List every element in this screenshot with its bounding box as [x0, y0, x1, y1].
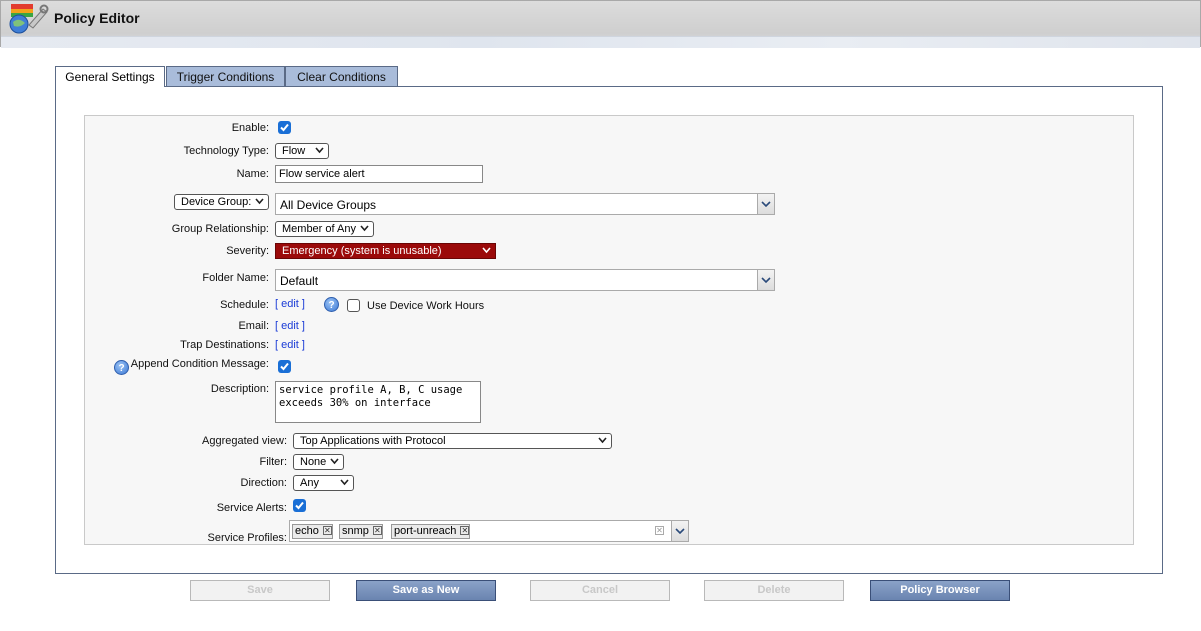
folder-name-label: Folder Name: — [202, 272, 269, 284]
help-icon[interactable]: ? — [324, 297, 339, 312]
folder-name-value: Default — [280, 274, 319, 288]
tag-label: echo — [295, 525, 319, 537]
delete-button[interactable]: Delete — [704, 580, 844, 601]
close-icon[interactable]: ✕ — [460, 526, 470, 535]
email-label: Email: — [238, 320, 269, 332]
group-relationship-value: Member of Any — [282, 223, 356, 235]
checkmark-icon — [280, 123, 289, 132]
clear-all-icon[interactable]: ✕ — [655, 526, 664, 535]
filter-value: None — [300, 456, 327, 468]
service-profiles-multiselect[interactable]: echo ✕ snmp ✕ port-unreach ✕ ✕ — [289, 520, 689, 542]
folder-name-combo[interactable]: Default — [275, 269, 775, 291]
trap-destinations-label: Trap Destinations: — [180, 339, 269, 351]
schedule-edit-link[interactable]: [ edit ] — [275, 298, 305, 310]
technology-type-value: Flow — [282, 145, 306, 157]
tag-label: port-unreach — [394, 525, 457, 537]
direction-select[interactable]: Any — [293, 475, 354, 491]
email-edit-link[interactable]: [ edit ] — [275, 320, 305, 332]
aggregated-view-value: Top Applications with Protocol — [300, 435, 446, 447]
severity-label: Severity: — [226, 245, 269, 257]
append-condition-message-label: Append Condition Message: — [130, 358, 269, 370]
tag-label: snmp — [342, 525, 369, 537]
app-title: Policy Editor — [54, 10, 140, 26]
group-relationship-select[interactable]: Member of Any — [275, 221, 374, 237]
chevron-down-icon — [598, 437, 607, 444]
device-group-type-select[interactable]: Device Group: — [174, 194, 269, 210]
name-input[interactable]: Flow service alert — [275, 165, 483, 183]
use-device-work-hours-label: Use Device Work Hours — [367, 300, 485, 312]
schedule-label: Schedule: — [220, 299, 269, 311]
direction-value: Any — [300, 477, 319, 489]
tab-general-settings[interactable]: General Settings — [55, 66, 165, 87]
name-label: Name: — [236, 168, 269, 180]
enable-label: Enable: — [231, 122, 269, 134]
checkmark-icon — [295, 501, 304, 510]
aggregated-view-label: Aggregated view: — [202, 435, 287, 447]
description-line-2: exceeds 30% on interface — [279, 397, 431, 409]
chevron-down-icon — [482, 247, 491, 254]
chevron-down-icon — [315, 147, 324, 154]
chevron-down-icon — [761, 277, 771, 283]
title-bar-stripe — [1, 36, 1200, 48]
close-icon[interactable]: ✕ — [322, 526, 332, 535]
service-profiles-label: Service Profiles: — [207, 532, 287, 544]
severity-value: Emergency (system is unusable) — [282, 245, 442, 257]
append-condition-message-checkbox[interactable] — [278, 360, 291, 373]
description-line-1: service profile A, B, C usage — [279, 384, 463, 396]
service-profiles-dropdown-button[interactable] — [671, 521, 688, 541]
device-group-dropdown-button[interactable] — [757, 194, 774, 214]
service-profile-tag-port-unreach: port-unreach ✕ — [391, 524, 471, 539]
service-profile-tag-snmp: snmp ✕ — [339, 524, 383, 539]
checkmark-icon — [280, 362, 289, 371]
technology-type-select[interactable]: Flow — [275, 143, 329, 159]
chevron-down-icon — [675, 528, 685, 534]
use-device-work-hours-checkbox[interactable] — [347, 299, 360, 312]
save-as-new-button[interactable]: Save as New — [356, 580, 496, 601]
description-textarea[interactable]: service profile A, B, C usage exceeds 30… — [275, 381, 481, 423]
policy-editor-icon — [9, 4, 49, 34]
device-group-combo[interactable]: All Device Groups — [275, 193, 775, 215]
severity-select[interactable]: Emergency (system is unusable) — [275, 243, 496, 259]
device-group-value: All Device Groups — [280, 198, 377, 212]
service-profile-tag-echo: echo ✕ — [292, 524, 333, 539]
aggregated-view-select[interactable]: Top Applications with Protocol — [293, 433, 612, 449]
folder-name-dropdown-button[interactable] — [757, 270, 774, 290]
filter-select[interactable]: None — [293, 454, 344, 470]
technology-type-label: Technology Type: — [183, 145, 269, 157]
device-group-label: Device Group: — [181, 196, 252, 208]
group-relationship-label: Group Relationship: — [171, 223, 269, 235]
cancel-button[interactable]: Cancel — [530, 580, 670, 601]
enable-checkbox[interactable] — [278, 121, 291, 134]
tab-clear-conditions[interactable]: Clear Conditions — [285, 66, 398, 86]
help-icon[interactable]: ? — [114, 360, 129, 375]
save-button[interactable]: Save — [190, 580, 330, 601]
tab-trigger-conditions[interactable]: Trigger Conditions — [166, 66, 285, 86]
close-icon[interactable]: ✕ — [372, 526, 382, 535]
trap-destinations-edit-link[interactable]: [ edit ] — [275, 339, 305, 351]
description-label: Description: — [210, 383, 269, 395]
direction-label: Direction: — [240, 477, 287, 489]
service-alerts-label: Service Alerts: — [216, 502, 287, 514]
chevron-down-icon — [255, 198, 264, 205]
chevron-down-icon — [330, 458, 339, 465]
chevron-down-icon — [761, 201, 771, 207]
policy-browser-button[interactable]: Policy Browser — [870, 580, 1010, 601]
chevron-down-icon — [340, 479, 349, 486]
title-bar: Policy Editor — [0, 0, 1201, 48]
chevron-down-icon — [360, 225, 369, 232]
service-alerts-checkbox[interactable] — [293, 499, 306, 512]
filter-label: Filter: — [259, 456, 288, 468]
